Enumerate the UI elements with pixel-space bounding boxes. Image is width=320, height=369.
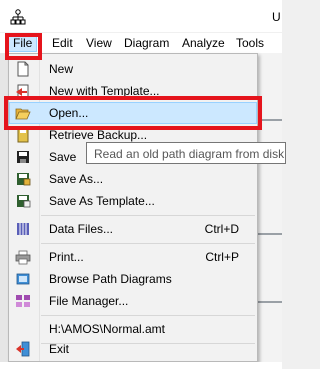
floppy-disk-icon bbox=[17, 151, 29, 163]
shortcut-label: Ctrl+P bbox=[205, 250, 239, 264]
exit-door-icon bbox=[16, 341, 30, 357]
save-template-icon bbox=[17, 195, 31, 208]
data-grid-icon bbox=[17, 223, 29, 235]
menu-item-new-with-template[interactable]: New with Template... bbox=[9, 80, 257, 102]
menu-item-save-as[interactable]: Save As... bbox=[9, 168, 257, 190]
background-divider bbox=[257, 119, 282, 121]
backup-icon bbox=[17, 127, 29, 143]
menu-item-label: Browse Path Diagrams bbox=[49, 272, 172, 286]
file-dropdown-menu: New New with Template... Open... Retriev… bbox=[8, 53, 258, 362]
menu-view[interactable]: View bbox=[86, 36, 112, 50]
menu-item-label: Exit bbox=[49, 342, 70, 356]
menu-edit[interactable]: Edit bbox=[52, 36, 73, 50]
menu-bar: File Edit View Diagram Analyze Tools bbox=[0, 33, 282, 54]
open-folder-icon bbox=[15, 108, 31, 120]
menu-item-exit[interactable]: Exit bbox=[9, 338, 257, 360]
menu-item-label: Retrieve Backup... bbox=[49, 128, 148, 142]
menu-item-label: Open... bbox=[49, 106, 89, 120]
background-divider bbox=[257, 301, 282, 303]
new-template-icon bbox=[16, 84, 29, 99]
file-manager-icon bbox=[16, 295, 30, 307]
menu-item-label: New bbox=[49, 62, 74, 76]
title-bar: U bbox=[0, 0, 282, 32]
tooltip: Read an old path diagram from disk bbox=[86, 142, 286, 164]
menu-file[interactable]: File bbox=[8, 33, 38, 52]
menu-item-open[interactable]: Open... bbox=[9, 102, 257, 124]
menu-item-data-files[interactable]: Data Files... Ctrl+D bbox=[9, 218, 257, 240]
shortcut-label: Ctrl+D bbox=[204, 222, 239, 236]
menu-analyze[interactable]: Analyze bbox=[182, 36, 225, 50]
window-title: U bbox=[272, 10, 281, 24]
menu-item-browse-path-diagrams[interactable]: Browse Path Diagrams bbox=[9, 268, 257, 290]
menu-item-label: Save As... bbox=[49, 172, 104, 186]
menu-item-label: New with Template... bbox=[49, 84, 160, 98]
background-divider bbox=[257, 233, 282, 235]
menu-item-label: Save As Template... bbox=[49, 194, 155, 208]
menu-tools[interactable]: Tools bbox=[236, 36, 264, 50]
blank-page-icon bbox=[17, 61, 29, 77]
bottom-background bbox=[0, 362, 282, 369]
menu-separator bbox=[41, 215, 255, 216]
menu-item-print[interactable]: Print... Ctrl+P bbox=[9, 246, 257, 268]
menu-diagram[interactable]: Diagram bbox=[124, 36, 169, 50]
right-background bbox=[257, 53, 282, 369]
amos-app-icon[interactable] bbox=[10, 9, 26, 25]
printer-icon bbox=[15, 250, 31, 265]
save-as-icon bbox=[17, 173, 31, 186]
menu-item-label: Data Files... bbox=[49, 222, 114, 236]
tooltip-text: Read an old path diagram from disk bbox=[94, 147, 285, 161]
menu-item-label: H:\AMOS\Normal.amt bbox=[49, 322, 166, 336]
menu-separator bbox=[41, 315, 255, 316]
menu-item-label: Print... bbox=[49, 250, 84, 264]
menu-item-save-as-template[interactable]: Save As Template... bbox=[9, 190, 257, 212]
menu-item-new[interactable]: New bbox=[9, 58, 257, 80]
menu-item-label: File Manager... bbox=[49, 294, 129, 308]
menu-item-file-manager[interactable]: File Manager... bbox=[9, 290, 257, 312]
browse-icon bbox=[16, 273, 30, 285]
menu-item-recent-file[interactable]: H:\AMOS\Normal.amt bbox=[9, 318, 257, 340]
menu-separator bbox=[41, 243, 255, 244]
menu-item-label: Save bbox=[49, 150, 77, 164]
